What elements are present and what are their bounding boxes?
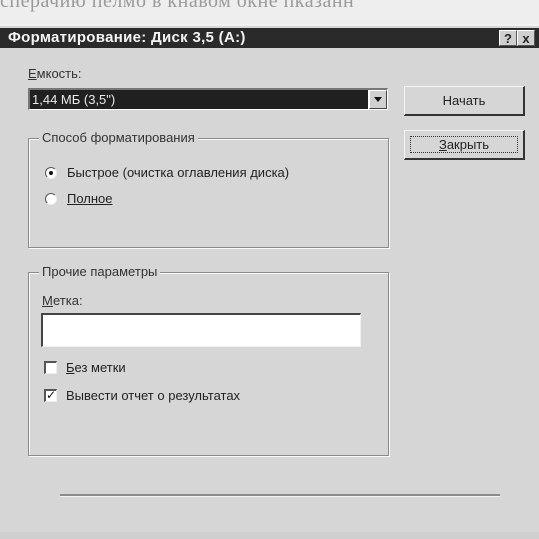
- close-window-button[interactable]: x: [517, 30, 535, 46]
- title-bar: Форматирование: Диск 3,5 (А:) ? x: [0, 28, 539, 48]
- bottom-divider: [60, 494, 500, 496]
- screenshot-page: сперачию пелмо в кнавом окне пказанн Фор…: [0, 0, 539, 539]
- capacity-label: Емкость:: [28, 66, 82, 81]
- other-options-title: Прочие параметры: [39, 264, 161, 279]
- radio-quick-format-label: Быстрое (очистка оглавления диска): [67, 165, 290, 180]
- chevron-down-icon[interactable]: [369, 90, 387, 109]
- radio-quick-format-indicator[interactable]: [45, 167, 57, 179]
- volume-label-input[interactable]: [41, 313, 361, 347]
- radio-full-format-indicator[interactable]: [45, 193, 57, 205]
- radio-full-format-label: Полное: [67, 191, 113, 206]
- capacity-dropdown[interactable]: 1,44 МБ (3,5"): [28, 88, 388, 110]
- start-button[interactable]: Начать: [404, 86, 525, 116]
- format-type-group: Способ форматирования Быстрое (очистка о…: [28, 130, 389, 248]
- no-label-checkbox-row[interactable]: Без метки: [44, 360, 244, 378]
- format-dialog: Форматирование: Диск 3,5 (А:) ? x Емкост…: [0, 24, 539, 539]
- window-title: Форматирование: Диск 3,5 (А:): [8, 29, 246, 46]
- no-label-text: Без метки: [66, 360, 126, 375]
- volume-label-caption: Метка:: [42, 293, 83, 308]
- focus-rectangle: [410, 136, 518, 153]
- show-report-text: Вывести отчет о результатах: [66, 388, 241, 403]
- bottom-edge: [0, 532, 539, 539]
- close-button[interactable]: Закрыть: [404, 130, 525, 160]
- show-report-checkbox[interactable]: ✓: [44, 389, 57, 402]
- format-type-title: Способ форматирования: [39, 130, 198, 145]
- background-page-text: сперачию пелмо в кнавом окне пказанн: [0, 0, 539, 26]
- capacity-selected-value: 1,44 МБ (3,5"): [30, 90, 368, 109]
- help-button[interactable]: ?: [499, 30, 517, 46]
- no-label-checkbox[interactable]: [44, 361, 57, 374]
- background-text: сперачию пелмо в кнавом окне пказанн: [0, 0, 355, 12]
- show-report-checkbox-row[interactable]: ✓ Вывести отчет о результатах: [44, 388, 344, 406]
